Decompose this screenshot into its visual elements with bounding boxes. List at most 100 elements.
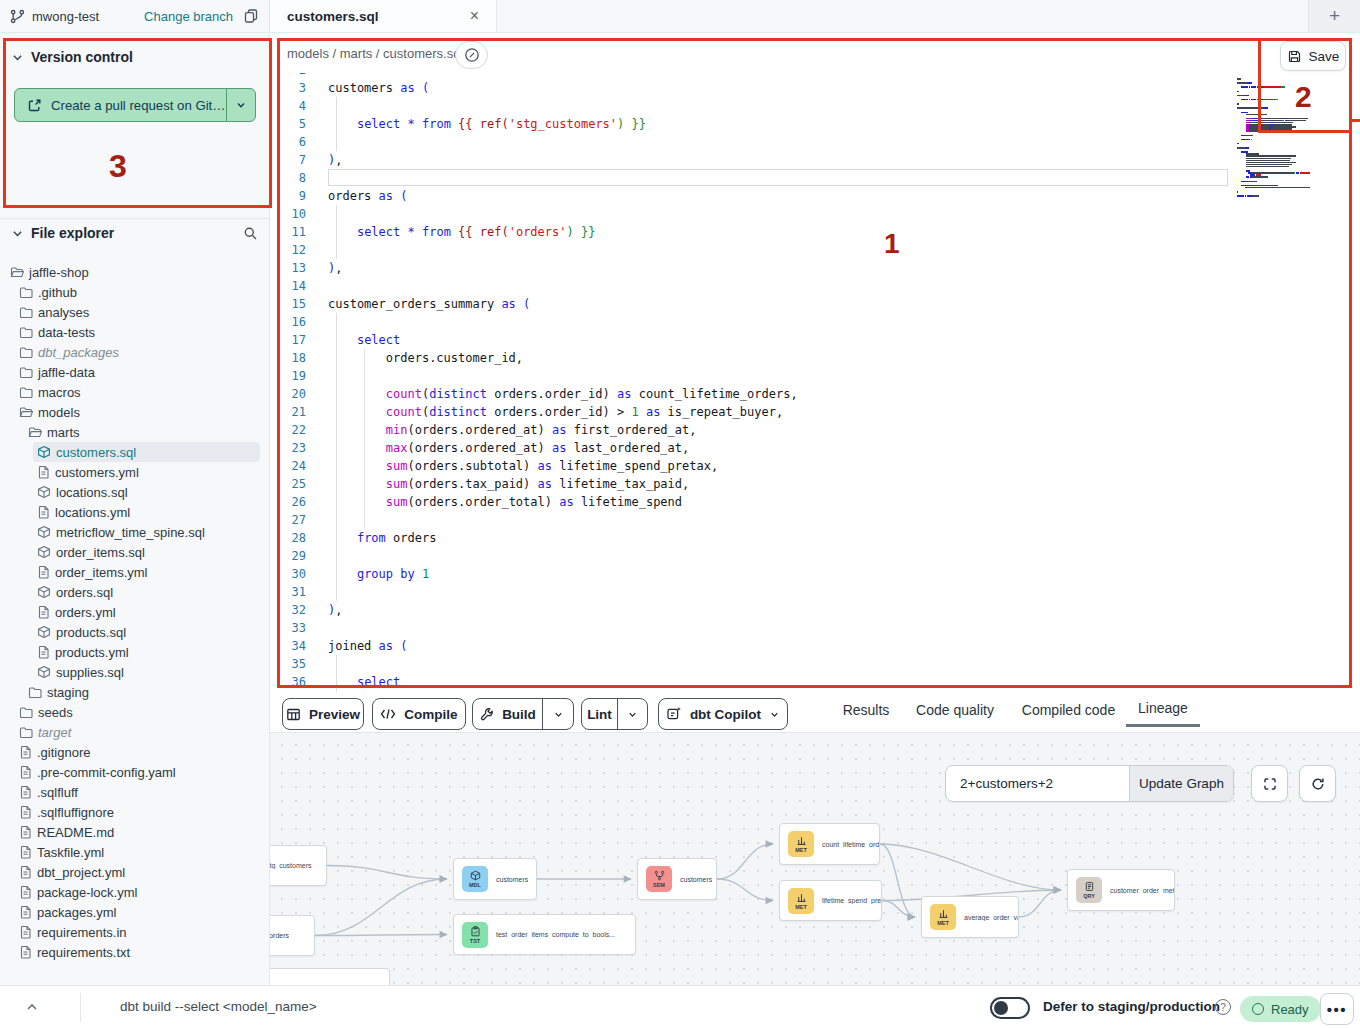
tree-item-packages.yml[interactable]: packages.yml: [0, 902, 269, 922]
folder-icon: [19, 326, 33, 339]
editor-line-17: 17 select: [270, 331, 1360, 349]
tree-item-marts[interactable]: marts: [0, 422, 269, 442]
change-branch-link[interactable]: Change branch: [144, 9, 233, 24]
build-dropdown[interactable]: [542, 699, 573, 729]
chevron-down-icon: [627, 709, 638, 720]
folder-open-icon: [10, 266, 24, 279]
tree-item-package-lock.yml[interactable]: package-lock.yml: [0, 882, 269, 902]
tab-compiled-code[interactable]: Compiled code: [1011, 692, 1126, 727]
more-options-button[interactable]: •••: [1320, 993, 1354, 1025]
folder-icon: [19, 286, 33, 299]
tree-item-analyses[interactable]: analyses: [0, 302, 269, 322]
defer-toggle[interactable]: [990, 997, 1030, 1019]
tree-item-models[interactable]: models: [0, 402, 269, 422]
tree-item-jaffle-data[interactable]: jaffle-data: [0, 362, 269, 382]
tree-item-metricflow_time_spine.sql[interactable]: metricflow_time_spine.sql: [0, 522, 269, 542]
tree-item-.pre-commit-config.yaml[interactable]: .pre-commit-config.yaml: [0, 762, 269, 782]
refresh-button[interactable]: [1299, 765, 1336, 802]
preview-button[interactable]: Preview: [282, 698, 364, 730]
code-editor[interactable]: 1with23customers as (45 select * from {{…: [270, 73, 1360, 692]
editor-line-3: 3customers as (: [270, 79, 1360, 97]
lineage-node-lifetime_spend_pretax[interactable]: MET lifetime_spend_pretax: [779, 880, 882, 921]
lineage-node-stg_customers[interactable]: MDLstg_customers: [270, 845, 327, 886]
version-control-header[interactable]: Version control: [12, 49, 133, 65]
defer-label: Defer to staging/production: [1043, 999, 1220, 1014]
lineage-node-customers_mdl[interactable]: MDLcustomers: [453, 858, 537, 900]
tree-item-orders.yml[interactable]: orders.yml: [0, 602, 269, 622]
sidebar-divider: [0, 218, 270, 219]
tree-item-order_items.sql[interactable]: order_items.sql: [0, 542, 269, 562]
lineage-search-input[interactable]: [946, 766, 1129, 801]
tree-item-macros[interactable]: macros: [0, 382, 269, 402]
tree-item-README.md[interactable]: README.md: [0, 822, 269, 842]
tab-code-quality[interactable]: Code quality: [903, 692, 1007, 727]
help-icon[interactable]: ?: [1215, 999, 1231, 1015]
lint-label: Lint: [587, 707, 612, 722]
model-icon: [37, 485, 51, 499]
compile-button[interactable]: Compile: [372, 698, 466, 730]
tab-results[interactable]: Results: [831, 692, 901, 727]
tree-item-locations.yml[interactable]: locations.yml: [0, 502, 269, 522]
active-line-highlight: [328, 169, 1228, 186]
tree-item-staging[interactable]: staging: [0, 682, 269, 702]
tree-item-products.yml[interactable]: products.yml: [0, 642, 269, 662]
lineage-node-customer_order_metrics[interactable]: QRYcustomer_order_metrics: [1067, 869, 1175, 911]
update-graph-button[interactable]: Update Graph: [1129, 766, 1233, 801]
save-icon: [1287, 49, 1302, 64]
lint-dropdown[interactable]: [617, 699, 647, 729]
tree-item-seeds[interactable]: seeds: [0, 702, 269, 722]
create-pr-dropdown[interactable]: [226, 89, 255, 121]
tree-item-Taskfile.yml[interactable]: Taskfile.yml: [0, 842, 269, 862]
tab-close-icon[interactable]: ×: [470, 8, 479, 24]
node-badge-MET: MET: [788, 888, 814, 914]
tree-item-dbt_project.yml[interactable]: dbt_project.yml: [0, 862, 269, 882]
tree-item-.gitignore[interactable]: .gitignore: [0, 742, 269, 762]
save-button[interactable]: Save: [1280, 41, 1346, 71]
tree-item-order_items.yml[interactable]: order_items.yml: [0, 562, 269, 582]
lineage-node-count_lifetime_orders[interactable]: METcount_lifetime_orders: [779, 823, 880, 865]
tree-item-customers.sql[interactable]: customers.sql: [0, 442, 269, 462]
create-pr-label: Create a pull request on Git…: [51, 98, 225, 113]
node-label: stg_orders: [270, 932, 289, 939]
dbt-copilot-button[interactable]: dbt Copilot: [658, 698, 788, 730]
build-button[interactable]: Build: [473, 699, 542, 729]
node-badge-MDL: MDL: [462, 866, 488, 892]
lineage-node-test_order_items[interactable]: TSTtest_order_items_compute_to_bools...: [453, 914, 636, 955]
tree-item-.sqlfluff[interactable]: .sqlfluff: [0, 782, 269, 802]
model-icon: [37, 445, 51, 459]
tree-item-locations.sql[interactable]: locations.sql: [0, 482, 269, 502]
tab-customers-sql[interactable]: customers.sql ×: [270, 0, 497, 32]
insights-button[interactable]: [455, 41, 488, 69]
new-tab-button[interactable]: +: [1308, 0, 1360, 32]
tree-item-target[interactable]: target: [0, 722, 269, 742]
tree-item-requirements.in[interactable]: requirements.in: [0, 922, 269, 942]
tree-item-orders.sql[interactable]: orders.sql: [0, 582, 269, 602]
lineage-node-customers_sem[interactable]: SEMcustomers: [637, 858, 717, 900]
search-icon[interactable]: [243, 226, 258, 241]
branch-name: mwong-test: [32, 9, 99, 24]
chevron-up-icon[interactable]: [26, 1001, 38, 1013]
fullscreen-button[interactable]: [1251, 765, 1288, 802]
lint-button[interactable]: Lint: [582, 699, 617, 729]
lineage-node-average_order_value[interactable]: METaverage_order_value: [921, 896, 1019, 938]
create-pr-button[interactable]: Create a pull request on Git…: [14, 88, 256, 122]
tree-item-customers.yml[interactable]: customers.yml: [0, 462, 269, 482]
tree-item-supplies.sql[interactable]: supplies.sql: [0, 662, 269, 682]
create-pr-main[interactable]: Create a pull request on Git…: [15, 89, 226, 121]
tab-lineage[interactable]: Lineage: [1126, 692, 1200, 727]
tree-item-.github[interactable]: .github: [0, 282, 269, 302]
node-label: lifetime_spend_pretax: [822, 897, 881, 904]
lineage-node-cut_node[interactable]: [270, 968, 390, 985]
node-label: count_lifetime_orders: [822, 841, 879, 848]
tree-item-.sqlfluffignore[interactable]: .sqlfluffignore: [0, 802, 269, 822]
tree-item-data-tests[interactable]: data-tests: [0, 322, 269, 342]
lineage-node-stg_orders[interactable]: MDLstg_orders: [270, 915, 315, 956]
tree-item-requirements.txt[interactable]: requirements.txt: [0, 942, 269, 962]
tree-item-dbt_packages[interactable]: dbt_packages: [0, 342, 269, 362]
file-explorer-title: File explorer: [31, 225, 114, 241]
copy-icon[interactable]: [243, 8, 259, 24]
editor-line-35: 35: [270, 655, 1360, 673]
tree-item-products.sql[interactable]: products.sql: [0, 622, 269, 642]
file-explorer-header[interactable]: File explorer: [12, 225, 258, 241]
tree-item-jaffle-shop[interactable]: jaffle-shop: [0, 262, 269, 282]
